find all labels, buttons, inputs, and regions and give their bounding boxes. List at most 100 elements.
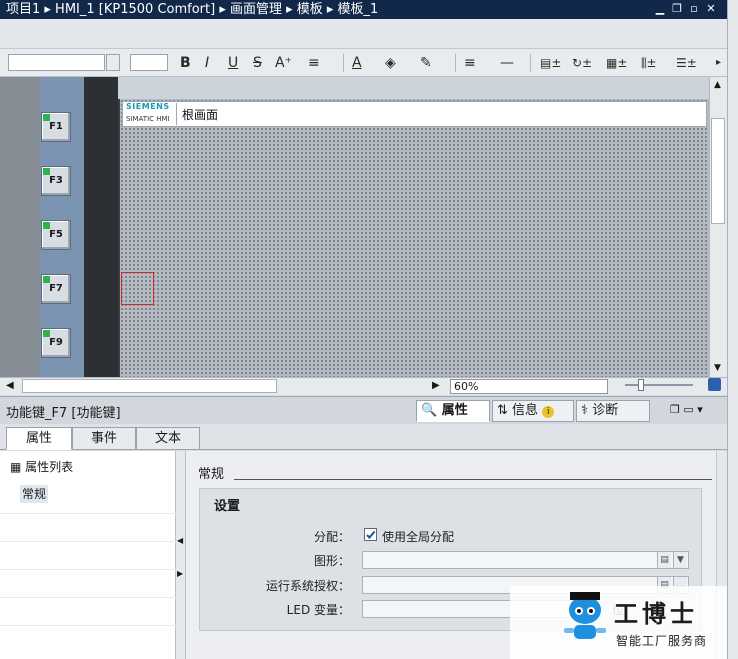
fill-color-button[interactable]: ◈	[385, 53, 396, 73]
scroll-left-icon[interactable]: ◀	[6, 380, 14, 391]
scroll-up-icon[interactable]: ▲	[714, 80, 721, 90]
screen-canvas[interactable]	[118, 99, 709, 377]
toolbar-upper	[0, 19, 727, 49]
key-led	[43, 168, 50, 175]
list-divider	[0, 513, 176, 514]
list-divider	[0, 625, 176, 626]
diagnostics-icon: ⚕	[581, 403, 589, 418]
close-icon[interactable]: ✕	[704, 2, 718, 16]
group-title: 设置	[214, 499, 241, 514]
subtab-texts[interactable]: 文本	[136, 427, 200, 450]
function-key-f7[interactable]: F7	[41, 274, 71, 304]
key-label: F5	[49, 229, 63, 240]
editor-titlebar: 项目1 ▸ HMI_1 [KP1500 Comfort] ▸ 画面管理 ▸ 模板…	[0, 0, 727, 19]
robot-mascot-icon	[564, 592, 606, 639]
browse-icon[interactable]: ▤	[657, 552, 671, 568]
restore-icon[interactable]: ❐	[670, 2, 684, 16]
key-label: F3	[49, 175, 63, 186]
key-label: F9	[49, 337, 63, 348]
tab-info[interactable]: ⇅ 信息 i	[492, 400, 574, 422]
scroll-down-icon[interactable]: ▼	[714, 363, 721, 373]
watermark-subtitle: 智能工厂服务商	[616, 634, 708, 648]
list-icon: ▦	[10, 460, 22, 474]
list-divider	[0, 541, 176, 542]
underline-button[interactable]: U	[228, 53, 238, 73]
field-label-runtime-authorization: 运行系统授权：	[265, 579, 350, 593]
same-size-icon[interactable]: ⫼±	[641, 53, 657, 73]
key-led	[43, 114, 50, 121]
font-size-up-button[interactable]: A⁺	[275, 53, 292, 73]
key-led	[43, 222, 50, 229]
breadcrumb: 项目1 ▸ HMI_1 [KP1500 Comfort] ▸ 画面管理 ▸ 模板…	[6, 2, 379, 17]
subtab-events[interactable]: 事件	[72, 427, 136, 450]
watermark-title: 工博士	[614, 600, 698, 628]
simatic-hmi-logo: SIMATIC HMI	[126, 115, 170, 123]
graphic-field[interactable]: ▤ ▼	[362, 551, 689, 569]
section-title: 常规	[198, 467, 225, 482]
strikethrough-button[interactable]: S	[253, 53, 262, 73]
tab-properties[interactable]: 🔍 属性	[416, 400, 490, 422]
toolbar-overflow-icon[interactable]: ▸	[716, 53, 721, 73]
minimize-icon[interactable]: ▁	[653, 2, 667, 16]
subtab-properties[interactable]: 属性	[6, 427, 72, 450]
bold-button[interactable]: B	[180, 53, 191, 73]
scroll-right-icon[interactable]: ▶	[432, 380, 440, 391]
zoom-select[interactable]: 60%	[450, 379, 608, 394]
function-key-f9[interactable]: F9	[41, 328, 71, 358]
field-label-graphic: 图形：	[313, 554, 350, 568]
key-led	[43, 276, 50, 283]
canvas-margin	[118, 77, 709, 99]
function-key-f1[interactable]: F1	[41, 112, 71, 142]
key-led	[43, 330, 50, 337]
function-key-f3[interactable]: F3	[41, 166, 71, 196]
pane-splitter[interactable]: ◀ ▶	[176, 451, 186, 659]
key-label: F7	[49, 283, 63, 294]
device-bezel	[0, 77, 40, 377]
tab-label: 诊断	[592, 403, 619, 418]
rotate-icon[interactable]: ↻±	[572, 53, 592, 73]
property-list-pane: ▦ 属性列表 常规	[0, 451, 176, 659]
font-color-button[interactable]: A	[352, 53, 362, 73]
font-family-select[interactable]	[8, 54, 105, 71]
selected-key-outline[interactable]	[121, 272, 154, 305]
tab-diagnostics[interactable]: ⚕ 诊断	[576, 400, 650, 422]
function-key-f5[interactable]: F5	[41, 220, 71, 250]
toolbar-divider	[455, 54, 456, 72]
inspector-window-icons[interactable]: ❐ ▭ ▾	[670, 403, 703, 416]
format-toolbar: B I U S A⁺ ≡ A ◈ ✎ ≡ — ▤± ↻± ▦± ⫼± ☰± ▸	[0, 49, 727, 77]
property-list-item-general[interactable]: 常规	[20, 485, 48, 503]
inspector-title: 功能键_F7 [功能键]	[6, 406, 121, 421]
device-frame	[84, 77, 118, 377]
siemens-logo: SIEMENS	[126, 102, 170, 111]
line-width-button[interactable]: —	[500, 53, 514, 73]
dock-icon[interactable]: ▫	[687, 2, 701, 16]
zoom-slider-track[interactable]	[625, 384, 693, 386]
expand-right-icon[interactable]: ▶	[177, 569, 183, 578]
line-color-button[interactable]: ✎	[420, 53, 432, 73]
zoom-fit-icon[interactable]	[708, 378, 721, 391]
header-divider	[176, 103, 177, 125]
font-size-select[interactable]	[130, 54, 168, 71]
align-objects-icon[interactable]: ▤±	[540, 53, 561, 73]
collapse-left-icon[interactable]: ◀	[177, 536, 183, 545]
toolbar-divider	[530, 54, 531, 72]
list-divider	[0, 569, 176, 570]
italic-button[interactable]: I	[205, 53, 209, 73]
zoom-slider-thumb[interactable]	[638, 379, 644, 391]
properties-icon: 🔍	[421, 403, 438, 418]
tab-label: 属性	[441, 403, 468, 418]
vertical-scroll-thumb[interactable]	[711, 118, 725, 224]
list-divider	[0, 597, 176, 598]
right-task-strip	[727, 0, 738, 659]
field-label-assignment: 分配：	[313, 530, 350, 544]
distribute-icon[interactable]: ▦±	[606, 53, 627, 73]
font-family-dropdown-icon[interactable]	[106, 54, 120, 71]
text-align-button[interactable]: ≡	[308, 53, 320, 73]
dropdown-icon[interactable]: ▼	[673, 552, 687, 568]
section-underline	[234, 479, 712, 480]
line-style-button[interactable]: ≡	[464, 53, 476, 73]
use-global-assignment-checkbox[interactable]	[364, 528, 377, 541]
horizontal-scroll-thumb[interactable]	[22, 379, 277, 393]
layer-order-icon[interactable]: ☰±	[676, 53, 697, 73]
use-global-assignment-label: 使用全局分配	[382, 530, 455, 544]
